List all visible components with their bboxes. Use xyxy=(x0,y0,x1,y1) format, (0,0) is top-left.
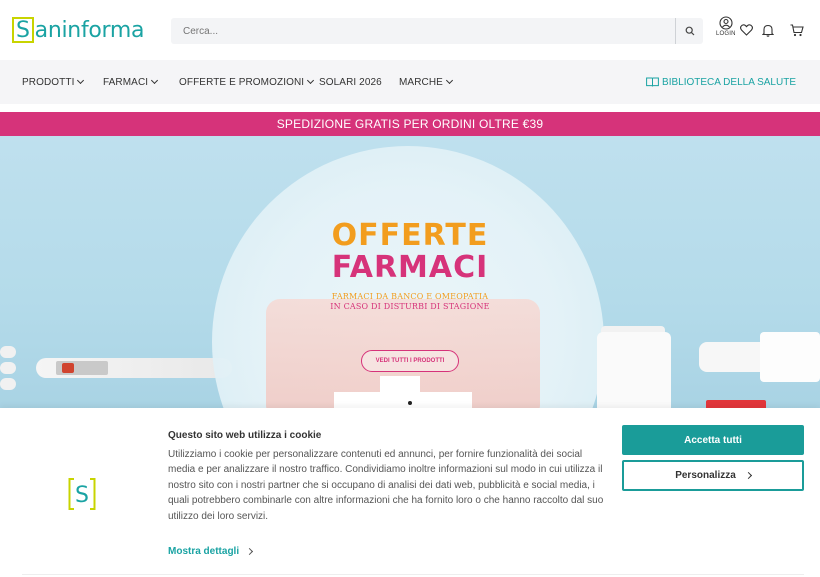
cookie-title: Questo sito web utilizza i cookie xyxy=(168,430,322,441)
nav-item-label: OFFERTE E PROMOZIONI xyxy=(179,76,305,88)
accept-all-button[interactable]: Accetta tutti xyxy=(622,425,804,455)
nav-item-marche[interactable]: MARCHE xyxy=(399,60,453,104)
cart-button[interactable] xyxy=(790,24,804,37)
vial-cap-image xyxy=(760,332,820,382)
nav-item-label: PRODOTTI xyxy=(22,76,75,88)
search-icon xyxy=(685,26,694,36)
nav-item-solari[interactable]: SOLARI 2026 xyxy=(319,60,382,104)
chevron-down-icon xyxy=(307,76,315,85)
red-box-image xyxy=(706,400,766,408)
pills-image xyxy=(0,346,16,390)
shipping-promo-bar: SPEDIZIONE GRATIS PER ORDINI OLTRE €39 xyxy=(0,112,820,136)
library-link[interactable]: BIBLIOTECA DELLA SALUTE xyxy=(646,60,796,104)
library-label: BIBLIOTECA DELLA SALUTE xyxy=(662,76,796,88)
chevron-down-icon xyxy=(151,76,159,85)
site-header: Saninforma LOGIN xyxy=(0,0,820,60)
login-label: LOGIN xyxy=(716,31,736,37)
show-details-link[interactable]: Mostra dettagli xyxy=(168,546,254,557)
nav-item-farmaci[interactable]: FARMACI xyxy=(103,60,159,104)
hero-subtitle: IN CASO DI DISTURBI DI STAGIONE xyxy=(330,302,490,311)
hero-title-farmaci: FARMACI xyxy=(331,250,489,285)
cookie-description: Utilizziamo i cookie per personalizzare … xyxy=(168,449,604,522)
user-icon xyxy=(719,16,733,30)
customize-label: Personalizza xyxy=(675,470,736,481)
cookie-logo-letter: S xyxy=(75,483,89,508)
view-all-products-button[interactable]: VEDI TUTTI I PRODOTTI xyxy=(361,350,459,372)
show-details-label: Mostra dettagli xyxy=(168,546,240,557)
nav-item-label: FARMACI xyxy=(103,76,149,88)
bell-icon xyxy=(762,24,774,37)
thermometer-button xyxy=(62,363,74,373)
nav-item-offerte[interactable]: OFFERTE E PROMOZIONI xyxy=(179,60,315,104)
login-button[interactable]: LOGIN xyxy=(716,16,736,37)
customize-button[interactable]: Personalizza xyxy=(622,460,804,491)
cart-icon xyxy=(790,24,804,37)
search-bar xyxy=(171,18,703,44)
chevron-right-icon xyxy=(246,547,254,556)
site-logo[interactable]: Saninforma xyxy=(12,16,145,44)
logo-bracket: S xyxy=(12,17,34,43)
logo-text: aninforma xyxy=(34,17,145,43)
hero-banner[interactable]: OFFERTE FARMACI FARMACI DA BANCO E OMEOP… xyxy=(0,136,820,408)
cookie-logo: S xyxy=(68,478,96,510)
heart-icon xyxy=(740,24,753,36)
kit-cross xyxy=(380,376,420,408)
main-nav: PRODOTTI FARMACI OFFERTE E PROMOZIONI SO… xyxy=(0,60,820,104)
pill-bottle-image xyxy=(597,332,671,408)
cookie-consent-panel: S Questo sito web utilizza i cookie Util… xyxy=(0,408,820,577)
notifications-button[interactable] xyxy=(762,24,774,37)
hero-title-offerte: OFFERTE xyxy=(331,218,489,253)
nav-item-label: SOLARI 2026 xyxy=(319,76,382,88)
search-input[interactable] xyxy=(171,18,674,44)
hero-subtitle: FARMACI DA BANCO E OMEOPATIA xyxy=(331,292,489,301)
wishlist-button[interactable] xyxy=(740,24,753,36)
nav-item-prodotti[interactable]: PRODOTTI xyxy=(22,60,85,104)
chevron-right-icon xyxy=(744,471,752,480)
divider xyxy=(22,574,804,575)
carousel-dot[interactable] xyxy=(408,401,412,405)
chevron-down-icon xyxy=(77,76,85,85)
search-button[interactable] xyxy=(675,18,703,44)
promo-text: SPEDIZIONE GRATIS PER ORDINI OLTRE €39 xyxy=(276,117,544,131)
nav-item-label: MARCHE xyxy=(399,76,443,88)
saninforma-s-logo-icon: S xyxy=(68,478,96,510)
book-icon xyxy=(646,77,659,87)
chevron-down-icon xyxy=(445,76,453,85)
